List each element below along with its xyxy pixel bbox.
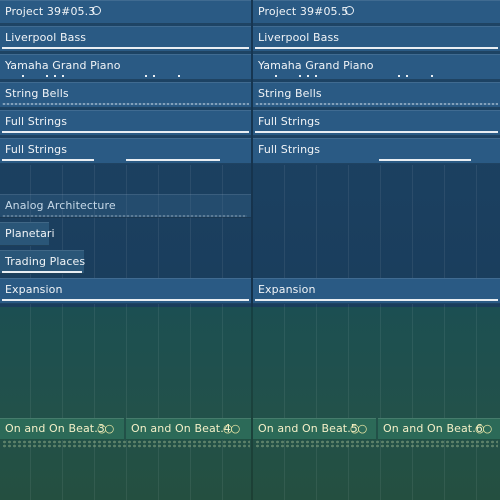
region-project-39-05-3[interactable]: Project 39#05.3 (0, 0, 251, 24)
region-label: Expansion (258, 283, 316, 296)
midi-note (126, 159, 220, 161)
grid-line (444, 165, 445, 500)
loop-icon (92, 6, 101, 15)
midi-note (145, 75, 147, 77)
midi-notes (2, 215, 247, 217)
region-label: Trading Places (5, 255, 86, 268)
infinity-link-icon: ○○ (97, 422, 114, 435)
midi-note (46, 75, 48, 77)
grid-line (348, 165, 349, 500)
midi-note (178, 75, 180, 77)
audio-waveform (255, 440, 498, 448)
region-label: Planetari (5, 227, 55, 240)
region-liverpool-bass[interactable]: Liverpool Bass (0, 26, 251, 52)
midi-note (54, 75, 56, 77)
region-label: Analog Architecture (5, 199, 116, 212)
region-string-bells[interactable]: String Bells (0, 82, 251, 108)
region-on-and-on-beat-6[interactable]: On and On Beat.6 ○○ (378, 418, 500, 440)
region-on-and-on-beat-4[interactable]: On and On Beat.4 ○○ (126, 418, 251, 440)
region-label: On and On Beat.4 (131, 422, 231, 435)
region-label: On and On Beat.5 (258, 422, 358, 435)
region-label: String Bells (258, 87, 322, 100)
midi-note (255, 47, 498, 49)
region-label: Full Strings (5, 143, 68, 156)
region-label: Liverpool Bass (258, 31, 340, 44)
region-label: Full Strings (258, 115, 321, 128)
grid-line (476, 165, 477, 500)
midi-note (299, 75, 301, 77)
region-label: Expansion (5, 283, 63, 296)
midi-note (2, 299, 249, 301)
region-label: Full Strings (258, 143, 321, 156)
midi-note (255, 299, 498, 301)
infinity-link-icon: ○○ (475, 422, 492, 435)
midi-note (275, 75, 277, 77)
region-full-strings[interactable]: Full Strings (253, 110, 500, 136)
green-track-area (0, 307, 500, 500)
region-label: Liverpool Bass (5, 31, 87, 44)
audio-waveform (2, 440, 250, 448)
region-expansion[interactable]: Expansion (253, 278, 500, 304)
grid-line (380, 165, 381, 500)
region-label: Yamaha Grand Piano (5, 59, 121, 72)
midi-note (431, 75, 433, 77)
region-analog-architecture[interactable]: Analog Architecture (0, 194, 251, 218)
region-label: Full Strings (5, 115, 68, 128)
region-yamaha-grand-piano[interactable]: Yamaha Grand Piano (253, 54, 500, 80)
region-label: Project 39#05.3 (5, 5, 96, 18)
grid-line (412, 165, 413, 500)
midi-note (255, 131, 498, 133)
infinity-link-icon: ○○ (350, 422, 367, 435)
midi-note (315, 75, 317, 77)
region-full-strings[interactable]: Full Strings (0, 138, 251, 164)
region-string-bells[interactable]: String Bells (253, 82, 500, 108)
region-yamaha-grand-piano[interactable]: Yamaha Grand Piano (0, 54, 251, 80)
midi-note (307, 75, 309, 77)
region-full-strings[interactable]: Full Strings (0, 110, 251, 136)
midi-note (2, 47, 249, 49)
midi-notes (255, 103, 498, 105)
region-trading-places[interactable]: Trading Places (0, 250, 86, 274)
region-label: String Bells (5, 87, 69, 100)
midi-note (2, 271, 82, 273)
region-full-strings[interactable]: Full Strings (253, 138, 500, 164)
region-label: On and On Beat.3 (5, 422, 105, 435)
midi-note (153, 75, 155, 77)
region-on-and-on-beat-3[interactable]: On and On Beat.3 ○○ (0, 418, 124, 440)
midi-note (2, 159, 94, 161)
region-label: Yamaha Grand Piano (258, 59, 374, 72)
midi-notes (2, 103, 249, 105)
region-label: On and On Beat.6 (383, 422, 483, 435)
midi-note (62, 75, 64, 77)
region-planetari[interactable]: Planetari (0, 222, 55, 246)
midi-note (2, 131, 249, 133)
region-expansion[interactable]: Expansion (0, 278, 251, 304)
region-project-39-05-5[interactable]: Project 39#05.5 (253, 0, 500, 24)
midi-note (22, 75, 24, 77)
infinity-link-icon: ○○ (223, 422, 240, 435)
region-liverpool-bass[interactable]: Liverpool Bass (253, 26, 500, 52)
grid-line (284, 165, 285, 500)
midi-note (379, 159, 471, 161)
midi-note (398, 75, 400, 77)
region-label: Project 39#05.5 (258, 5, 349, 18)
midi-note (406, 75, 408, 77)
loop-icon (345, 6, 354, 15)
region-on-and-on-beat-5[interactable]: On and On Beat.5 ○○ (253, 418, 376, 440)
grid-line (316, 165, 317, 500)
